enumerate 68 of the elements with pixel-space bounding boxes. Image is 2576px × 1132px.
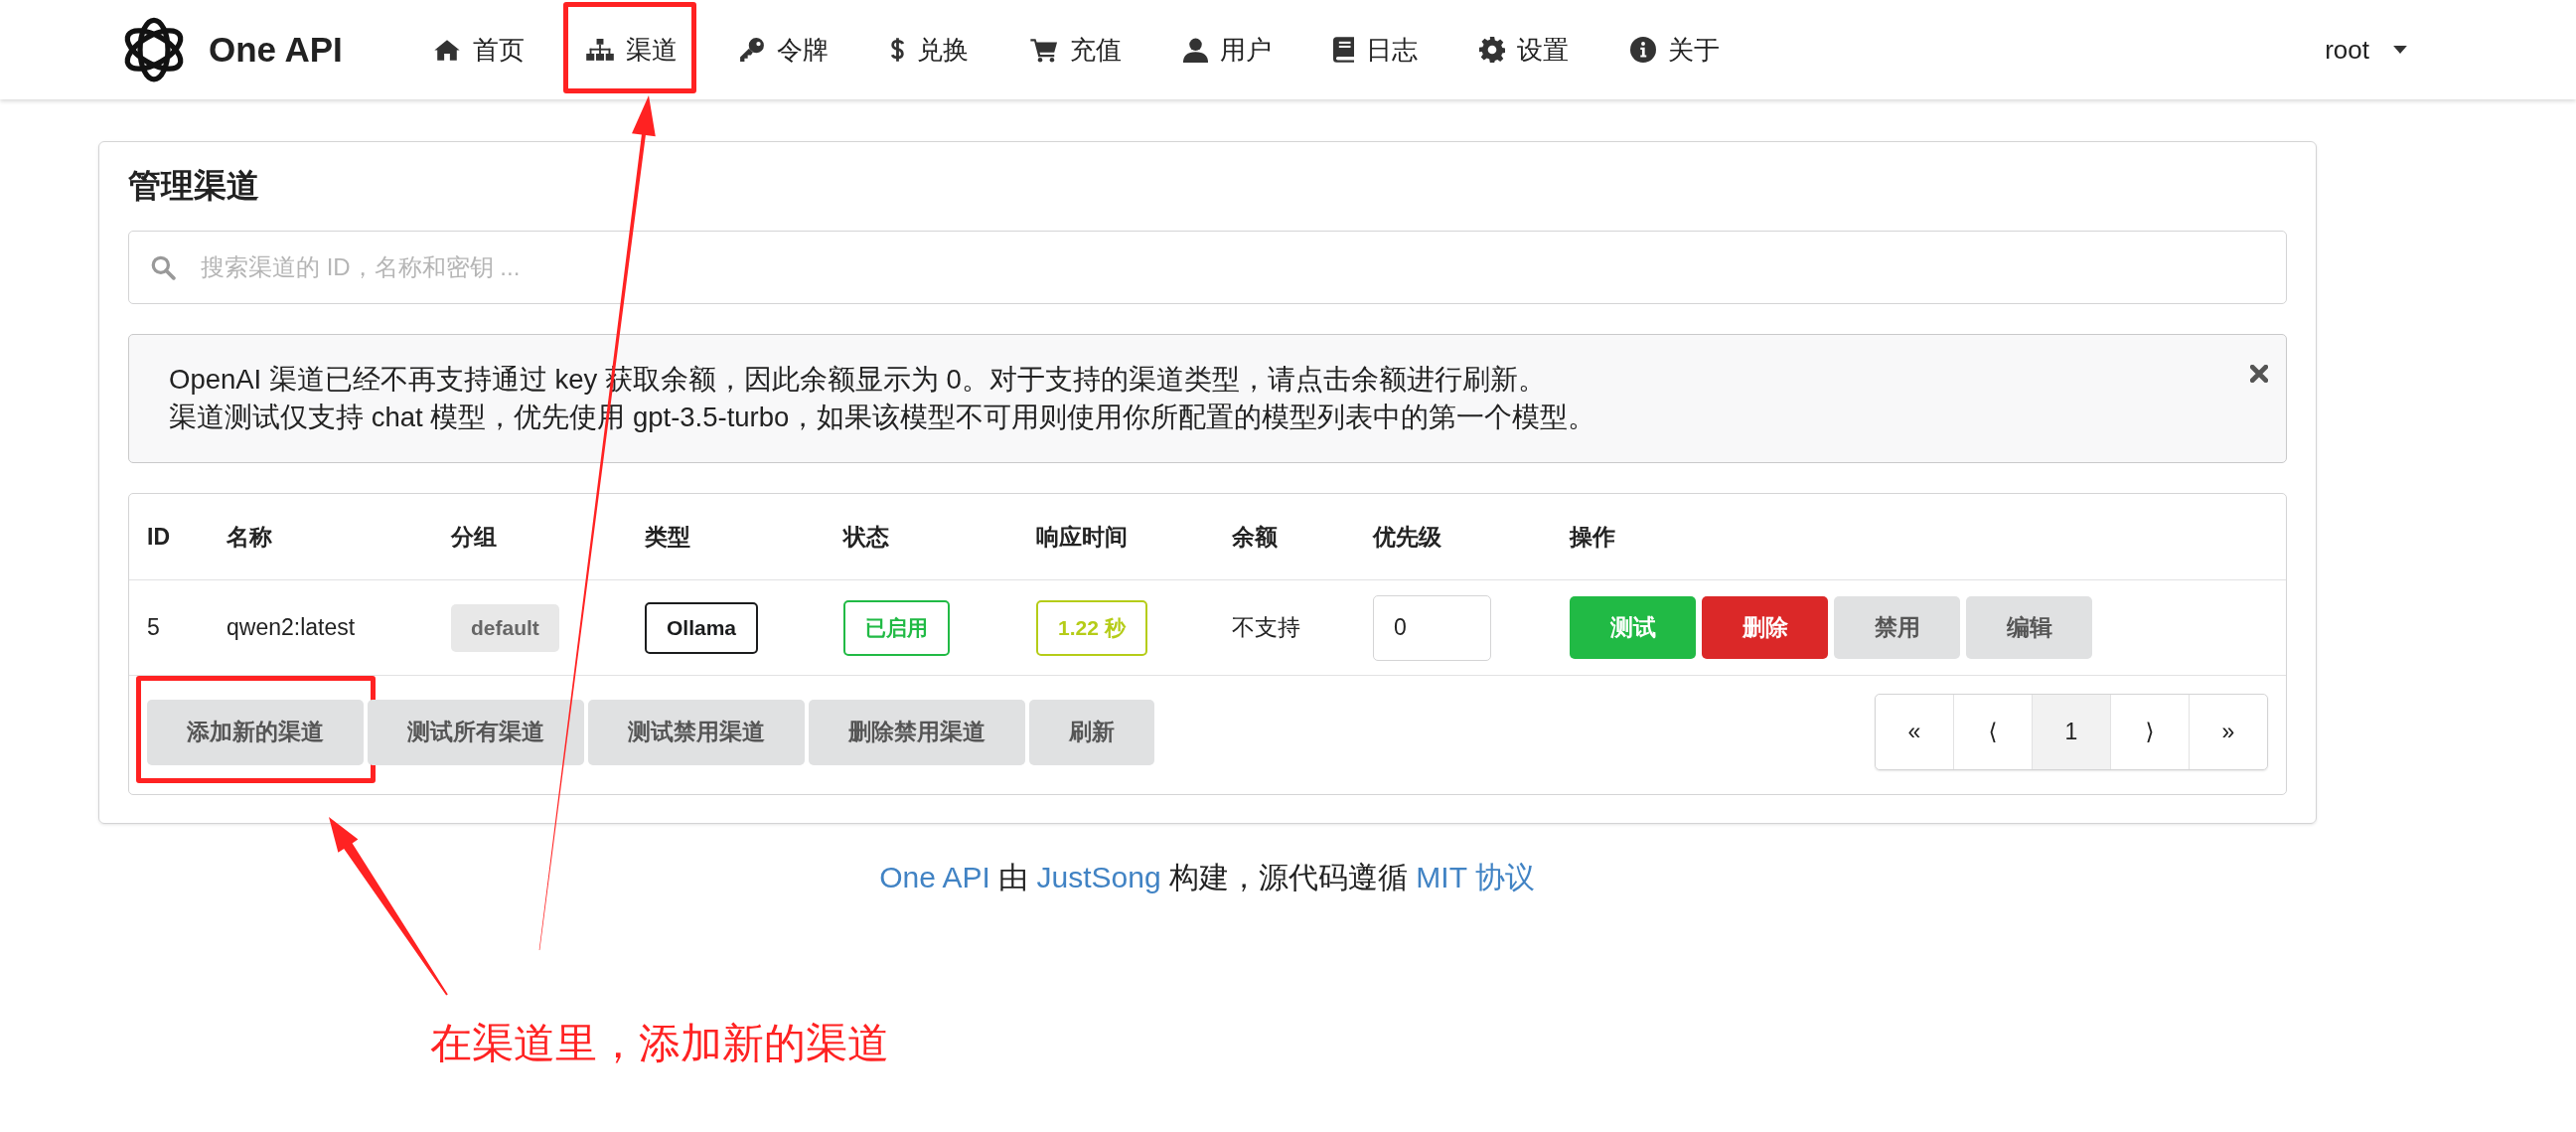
nav-item[interactable]: 首页 — [401, 0, 555, 99]
column-header: 优先级 — [1373, 522, 1442, 552]
nav-item[interactable]: 设置 — [1447, 0, 1599, 99]
column-header: 名称 — [227, 522, 273, 552]
column-header: ID — [147, 523, 171, 551]
footer-link[interactable]: MIT 协议 — [1416, 861, 1535, 893]
close-icon[interactable] — [2250, 365, 2268, 383]
delete-button[interactable]: 删除 — [1702, 596, 1828, 659]
nav-item[interactable]: 充值 — [998, 0, 1152, 99]
table-cell-text: 5 — [147, 614, 161, 641]
nav-label: 关于 — [1667, 33, 1720, 67]
nav-label: 首页 — [472, 33, 525, 67]
action-button[interactable]: 禁用 — [1834, 596, 1960, 659]
table-cell-text: 不支持 — [1232, 613, 1301, 642]
cart-icon — [1029, 37, 1058, 63]
column-header: 类型 — [645, 522, 691, 552]
nav-label: 令牌 — [776, 33, 829, 67]
action-button[interactable]: 编辑 — [1966, 596, 2092, 659]
page-link[interactable]: « — [1876, 695, 1953, 769]
nav-item[interactable]: 日志 — [1301, 0, 1448, 99]
nav-item[interactable]: 关于 — [1598, 0, 1750, 99]
column-header: 响应时间 — [1036, 522, 1129, 552]
search-field[interactable]: 搜索渠道的 ID，名称和密钥 ... — [128, 231, 2287, 304]
brand-name[interactable]: One API — [209, 30, 343, 70]
nav-label: 设置 — [1516, 33, 1569, 67]
toolbar-button[interactable]: 刷新 — [1029, 699, 1154, 765]
book-icon — [1332, 37, 1354, 63]
nav-item[interactable]: 渠道 — [554, 0, 708, 99]
response-time-label: 1.22 秒 — [1036, 599, 1147, 656]
page-link[interactable]: ⟩ — [2110, 695, 2189, 769]
group-label: default — [451, 603, 559, 652]
nav-item[interactable]: 用户 — [1151, 0, 1302, 99]
column-header: 操作 — [1570, 522, 1616, 552]
type-label: Ollama — [645, 601, 759, 654]
nav-item[interactable]: 令牌 — [707, 0, 859, 99]
nav-label: 用户 — [1219, 33, 1272, 67]
nav-label: 日志 — [1365, 33, 1418, 67]
priority-field[interactable]: 0 — [1373, 594, 1491, 661]
dollar-icon — [889, 37, 905, 63]
gear-icon — [1478, 37, 1505, 63]
info-icon — [1629, 37, 1656, 63]
nav-label: 渠道 — [625, 33, 678, 67]
table-cell-text: qwen2:latest — [227, 614, 357, 641]
nav-item[interactable]: 兑换 — [858, 0, 999, 99]
footer-text: 构建，源代码遵循 — [1168, 861, 1410, 893]
footer-link[interactable]: JustSong — [1036, 861, 1161, 893]
page-link[interactable]: » — [2189, 695, 2267, 769]
page-title: 管理渠道 — [128, 166, 260, 206]
toolbar-button[interactable]: 测试禁用渠道 — [588, 699, 805, 765]
toolbar-button[interactable]: 删除禁用渠道 — [809, 699, 1025, 765]
user-icon — [1182, 37, 1208, 63]
nav-label: 兑换 — [916, 33, 969, 67]
nav-label: 充值 — [1069, 33, 1122, 67]
page-link[interactable]: 1 — [2032, 695, 2110, 769]
caret-icon — [2393, 46, 2407, 54]
annotation-text: 在渠道里，添加新的渠道 — [430, 1019, 889, 1068]
column-header: 余额 — [1232, 522, 1279, 552]
user-menu[interactable]: root — [2325, 24, 2407, 76]
footer-text: 由 — [997, 861, 1030, 893]
toolbar-button[interactable]: 添加新的渠道 — [147, 699, 364, 765]
status-label: 已启用 — [843, 599, 950, 656]
column-header: 状态 — [843, 522, 890, 552]
footer-link[interactable]: One API — [879, 861, 990, 893]
home-icon — [432, 38, 461, 62]
key-icon — [738, 37, 765, 63]
column-header: 分组 — [451, 522, 498, 552]
toolbar-button[interactable]: 测试所有渠道 — [368, 699, 584, 765]
sitemap-icon — [585, 38, 614, 62]
